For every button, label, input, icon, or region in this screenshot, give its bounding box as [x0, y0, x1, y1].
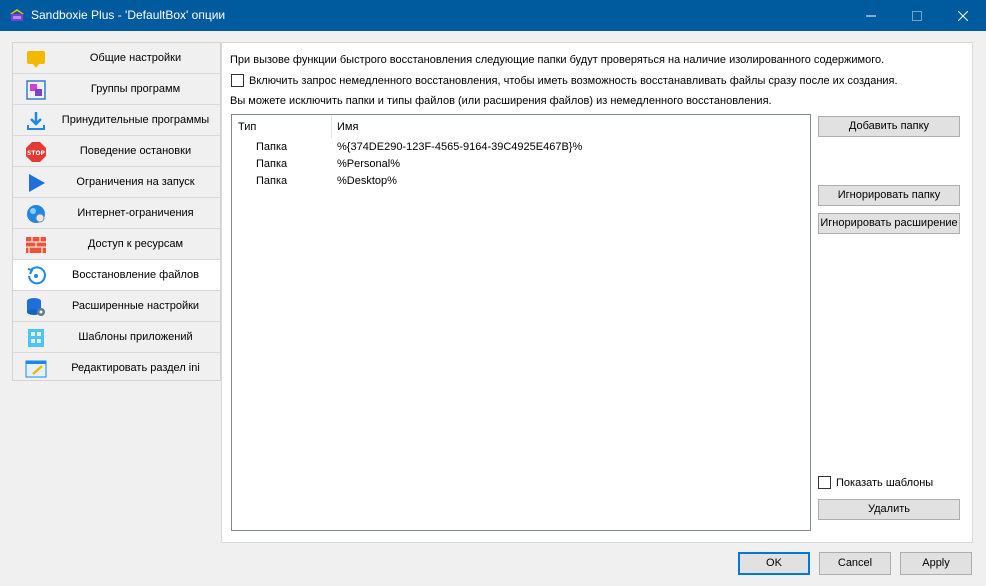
- templates-icon: [28, 329, 44, 347]
- minimize-icon: [866, 15, 876, 16]
- window-title: Sandboxie Plus - 'DefaultBox' опции: [31, 8, 226, 22]
- instant-recovery-label: Включить запрос немедленного восстановле…: [249, 74, 898, 87]
- nav-item-stop-behavior[interactable]: STOP Поведение остановки: [13, 136, 220, 167]
- nav-item-forced-programs[interactable]: Принудительные программы: [13, 105, 220, 136]
- nav-item-label: Доступ к ресурсам: [87, 238, 184, 250]
- row-name: %Desktop%: [337, 175, 397, 187]
- add-folder-button[interactable]: Добавить папку: [818, 116, 960, 137]
- table-row[interactable]: Папка %Desktop%: [232, 173, 810, 190]
- nav-item-advanced-settings[interactable]: Расширенные настройки: [13, 291, 220, 322]
- show-templates-checkbox[interactable]: [818, 476, 831, 489]
- remove-button[interactable]: Удалить: [818, 499, 960, 520]
- sandboxie-app-icon: [10, 9, 24, 21]
- recovery-description: При вызове функции быстрого восстановлен…: [230, 54, 885, 66]
- nav-item-label: Восстановление файлов: [71, 269, 199, 281]
- exclude-description: Вы можете исключить папки и типы файлов …: [230, 95, 772, 107]
- nav-item-label: Группы программ: [90, 83, 181, 95]
- column-divider[interactable]: [331, 115, 332, 138]
- instant-recovery-option[interactable]: Включить запрос немедленного восстановле…: [231, 74, 898, 87]
- program-groups-icon: [26, 80, 46, 100]
- ok-button[interactable]: OK: [738, 552, 810, 575]
- cancel-button[interactable]: Cancel: [819, 552, 891, 575]
- ignore-folder-button[interactable]: Игнорировать папку: [818, 185, 960, 206]
- close-icon: [958, 10, 968, 21]
- close-button[interactable]: [940, 0, 986, 31]
- stop-icon: STOP: [26, 142, 46, 162]
- settings-navigation: Общие настройки Группы программ Принудит…: [12, 42, 221, 381]
- recovery-folders-list[interactable]: Тип Имя Папка %{374DE290-123F-4565-9164-…: [231, 114, 811, 531]
- apply-button[interactable]: Apply: [900, 552, 972, 575]
- nav-item-label: Поведение остановки: [79, 145, 192, 157]
- table-row[interactable]: Папка %{374DE290-123F-4565-9164-39C4925E…: [232, 139, 810, 156]
- row-name: %Personal%: [337, 158, 400, 170]
- globe-icon: [27, 205, 45, 223]
- nav-item-resource-access[interactable]: Доступ к ресурсам: [13, 229, 220, 260]
- nav-item-label: Шаблоны приложений: [78, 331, 193, 343]
- edit-ini-icon: [25, 360, 47, 378]
- show-templates-label: Показать шаблоны: [836, 476, 934, 489]
- nav-item-label: Редактировать раздел ini: [71, 362, 200, 374]
- row-name: %{374DE290-123F-4565-9164-39C4925E467B}%: [337, 141, 583, 153]
- nav-item-start-restrictions[interactable]: Ограничения на запуск: [13, 167, 220, 198]
- maximize-icon: [912, 10, 922, 21]
- nav-item-label: Принудительные программы: [61, 114, 210, 126]
- play-icon: [29, 174, 45, 192]
- row-type: Папка: [256, 158, 288, 170]
- general-settings-icon: [27, 51, 45, 68]
- nav-item-internet-restrictions[interactable]: Интернет-ограничения: [13, 198, 220, 229]
- nav-item-general-settings[interactable]: Общие настройки: [13, 43, 220, 74]
- advanced-settings-icon: [27, 298, 45, 316]
- column-header-type[interactable]: Тип: [238, 121, 256, 133]
- nav-item-label: Общие настройки: [89, 52, 182, 64]
- minimize-button[interactable]: [848, 0, 894, 31]
- show-templates-option[interactable]: Показать шаблоны: [818, 476, 933, 489]
- maximize-button[interactable]: [894, 0, 940, 31]
- nav-item-app-templates[interactable]: Шаблоны приложений: [13, 322, 220, 353]
- brick-wall-icon: [26, 237, 46, 253]
- forced-programs-icon: [27, 112, 45, 130]
- list-header: Тип Имя: [232, 115, 810, 139]
- svg-text:STOP: STOP: [27, 150, 46, 157]
- row-type: Папка: [256, 141, 288, 153]
- row-type: Папка: [256, 175, 288, 187]
- nav-item-file-recovery[interactable]: Восстановление файлов: [13, 260, 220, 291]
- column-header-name[interactable]: Имя: [337, 121, 358, 133]
- title-bar: Sandboxie Plus - 'DefaultBox' опции: [0, 0, 986, 31]
- nav-item-program-groups[interactable]: Группы программ: [13, 74, 220, 105]
- nav-item-label: Ограничения на запуск: [76, 176, 195, 188]
- nav-item-label: Интернет-ограничения: [77, 207, 194, 219]
- instant-recovery-checkbox[interactable]: [231, 74, 244, 87]
- nav-item-edit-ini[interactable]: Редактировать раздел ini: [13, 353, 220, 384]
- nav-item-label: Расширенные настройки: [71, 300, 200, 312]
- table-row[interactable]: Папка %Personal%: [232, 156, 810, 173]
- ignore-extension-button[interactable]: Игнорировать расширение: [818, 213, 960, 234]
- recovery-icon: [27, 266, 46, 285]
